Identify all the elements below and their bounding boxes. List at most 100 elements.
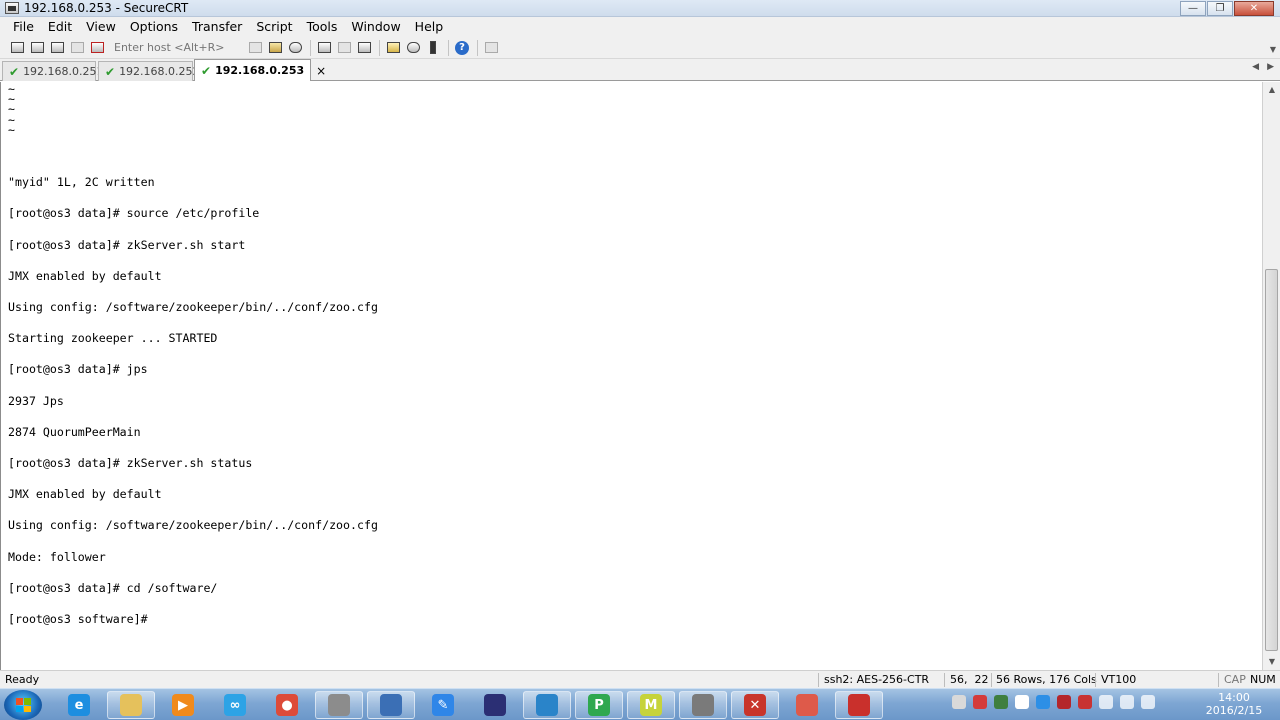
window-title: 192.168.0.253 - SecureCRT	[24, 1, 189, 15]
grid-icon[interactable]	[1015, 695, 1029, 709]
red-flag-icon[interactable]	[973, 695, 987, 709]
title-bar: 192.168.0.253 - SecureCRT — ❐ ✕	[0, 0, 1280, 17]
taskbar-m-app[interactable]: M	[627, 691, 675, 719]
minimize-button[interactable]: —	[1180, 1, 1206, 16]
securecrt-icon	[692, 694, 714, 716]
paste-icon[interactable]	[266, 39, 284, 57]
terminal-line: JMX enabled by default	[8, 268, 162, 283]
securecrt-window: 192.168.0.253 - SecureCRT — ❐ ✕ File Edi…	[0, 0, 1280, 720]
maximize-button[interactable]: ❐	[1207, 1, 1233, 16]
tab-192-168-0-252[interactable]: ✔ 192.168.0.252	[98, 61, 200, 81]
taskbar-media-player[interactable]: ▶	[159, 691, 207, 719]
print-screen-icon[interactable]	[335, 39, 353, 57]
toolbar: ? ▼	[0, 37, 1280, 59]
shield-icon[interactable]	[994, 695, 1008, 709]
terminal-line: [root@os3 data]# cd /software/	[8, 580, 218, 595]
securecrt-app-icon[interactable]	[5, 2, 19, 14]
enter-host-input[interactable]	[112, 38, 242, 57]
vi-tilde-line: ~	[8, 91, 15, 106]
scrollbar-thumb[interactable]	[1265, 269, 1278, 651]
volume-icon[interactable]	[1141, 695, 1155, 709]
vi-tilde-line: ~	[8, 82, 15, 96]
scroll-down-icon[interactable]: ▼	[1266, 656, 1278, 668]
terminal-line: [root@os3 data]# source /etc/profile	[8, 206, 260, 221]
connect-icon[interactable]	[8, 39, 26, 57]
taskbar-feather-app[interactable]: ✎	[419, 691, 467, 719]
terminal-prompt-line: [root@os3 software]#	[8, 611, 155, 626]
red-shield-icon[interactable]	[1057, 695, 1071, 709]
toolbar-overflow-icon[interactable]: ▼	[1270, 45, 1276, 54]
taskbar-clock[interactable]: 14:00 2016/2/15	[1196, 691, 1272, 717]
terminal-scrollbar[interactable]: ▲ ▼	[1262, 82, 1280, 670]
connect-tab-icon[interactable]	[48, 39, 66, 57]
taskbar-file-explorer[interactable]	[107, 691, 155, 719]
menu-window[interactable]: Window	[344, 17, 407, 37]
taskbar-chrome[interactable]: ●	[263, 691, 311, 719]
session-options-icon[interactable]	[384, 39, 402, 57]
taskbar-securecrt-session[interactable]	[315, 691, 363, 719]
taskbar-dubbo[interactable]	[835, 691, 883, 719]
network-icon[interactable]	[1099, 695, 1113, 709]
terminal-screen[interactable]: ~~~~~~~~~~~~~~~~~~~~~~~~~~~~~~~~~~~~~~~~…	[0, 82, 1262, 670]
network-share-icon: ∞	[224, 694, 246, 716]
quick-connect-icon[interactable]	[28, 39, 46, 57]
scroll-up-icon[interactable]: ▲	[1266, 84, 1278, 96]
m-app-icon: M	[640, 694, 662, 716]
taskbar-eraser-tool[interactable]	[783, 691, 831, 719]
menu-script[interactable]: Script	[249, 17, 299, 37]
taskbar-eclipse[interactable]	[471, 691, 519, 719]
menu-help[interactable]: Help	[408, 17, 451, 37]
tab-scroll-arrows: ◀ ▶	[1244, 62, 1274, 72]
keymap-icon[interactable]	[424, 39, 442, 57]
reconnect-icon[interactable]	[68, 39, 86, 57]
print-icon[interactable]	[315, 39, 333, 57]
taskbar-lock-tool[interactable]	[367, 691, 415, 719]
status-separator	[1218, 673, 1219, 687]
taskbar-internet-explorer[interactable]: e	[55, 691, 103, 719]
status-cipher: ssh2: AES-256-CTR	[824, 673, 930, 686]
tab-scroll-right-icon[interactable]: ▶	[1267, 62, 1274, 72]
antivirus-icon[interactable]	[1078, 695, 1092, 709]
internet-explorer-icon: e	[68, 694, 90, 716]
disconnect-icon[interactable]	[88, 39, 106, 57]
menu-view[interactable]: View	[79, 17, 123, 37]
tab-scroll-left-icon[interactable]: ◀	[1252, 62, 1259, 72]
keyboard-icon[interactable]	[952, 695, 966, 709]
start-button[interactable]	[4, 690, 42, 720]
menu-options[interactable]: Options	[123, 17, 185, 37]
copy-icon[interactable]	[246, 39, 264, 57]
find-icon[interactable]	[286, 39, 304, 57]
virtual-box-icon	[536, 694, 558, 716]
close-button[interactable]: ✕	[1234, 1, 1274, 16]
taskbar-pycharm[interactable]: P	[575, 691, 623, 719]
bluetooth-icon[interactable]	[1036, 695, 1050, 709]
sftp-icon[interactable]	[482, 39, 500, 57]
toolbar-separator	[310, 39, 311, 56]
vi-tilde-line: ~	[8, 112, 15, 127]
lock-tool-icon	[380, 694, 402, 716]
tab-192-168-0-251[interactable]: ✔ 192.168.0.251	[2, 61, 104, 81]
menu-file[interactable]: File	[6, 17, 41, 37]
tab-close-icon[interactable]: ×	[316, 64, 326, 78]
toolbar-separator	[448, 39, 449, 56]
status-caps-lock: CAP	[1224, 673, 1246, 686]
monitor-icon[interactable]	[1120, 695, 1134, 709]
print-selection-icon[interactable]	[355, 39, 373, 57]
connected-check-icon: ✔	[9, 64, 20, 79]
menu-edit[interactable]: Edit	[41, 17, 79, 37]
menu-tools[interactable]: Tools	[300, 17, 345, 37]
global-options-icon[interactable]	[404, 39, 422, 57]
windows-taskbar: e ▶ ∞ ● ✎ P M ✕ 14:00 2016/2/15	[0, 688, 1280, 720]
menu-bar: File Edit View Options Transfer Script T…	[0, 17, 1280, 37]
taskbar-network-share[interactable]: ∞	[211, 691, 259, 719]
connected-check-icon: ✔	[105, 64, 116, 79]
connected-check-icon: ✔	[201, 63, 212, 78]
taskbar-virtual-box[interactable]	[523, 691, 571, 719]
menu-transfer[interactable]: Transfer	[185, 17, 249, 37]
help-icon[interactable]: ?	[453, 39, 471, 57]
tab-192-168-0-253[interactable]: ✔ 192.168.0.253 ×	[194, 59, 326, 81]
taskbar-pdf-reader[interactable]: ✕	[731, 691, 779, 719]
status-num-lock: NUM	[1250, 673, 1276, 686]
status-separator	[991, 673, 992, 687]
taskbar-securecrt[interactable]	[679, 691, 727, 719]
